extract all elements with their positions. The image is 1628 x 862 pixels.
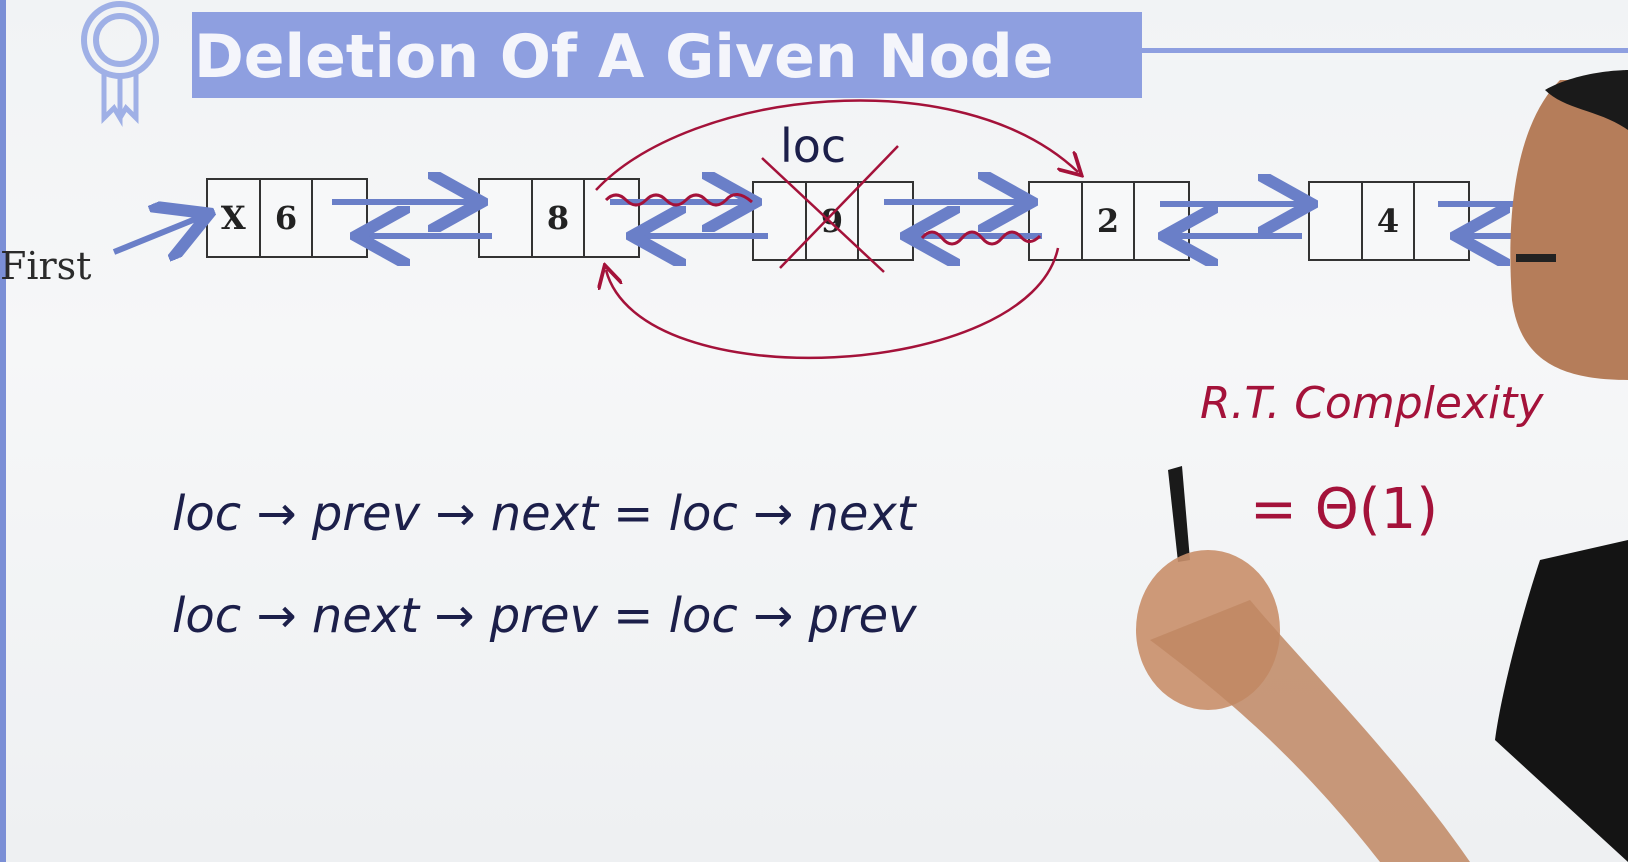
code-line-1: loc → prev → next = loc → next [172,486,918,542]
code-line-2: loc → next → prev = loc → prev [172,588,917,644]
bypass-prev-arc [606,247,1060,360]
cross-line-1 [761,157,885,273]
first-pointer-arrow [112,218,198,252]
complexity-label: R.T. Complexity [1200,378,1544,429]
complexity-value: = Θ(1) [1250,477,1438,542]
presenter-silhouette [1136,70,1628,862]
loc-label: loc [780,119,846,173]
diagram-overlay: loc loc → prev → next = loc → next loc →… [112,70,1628,862]
